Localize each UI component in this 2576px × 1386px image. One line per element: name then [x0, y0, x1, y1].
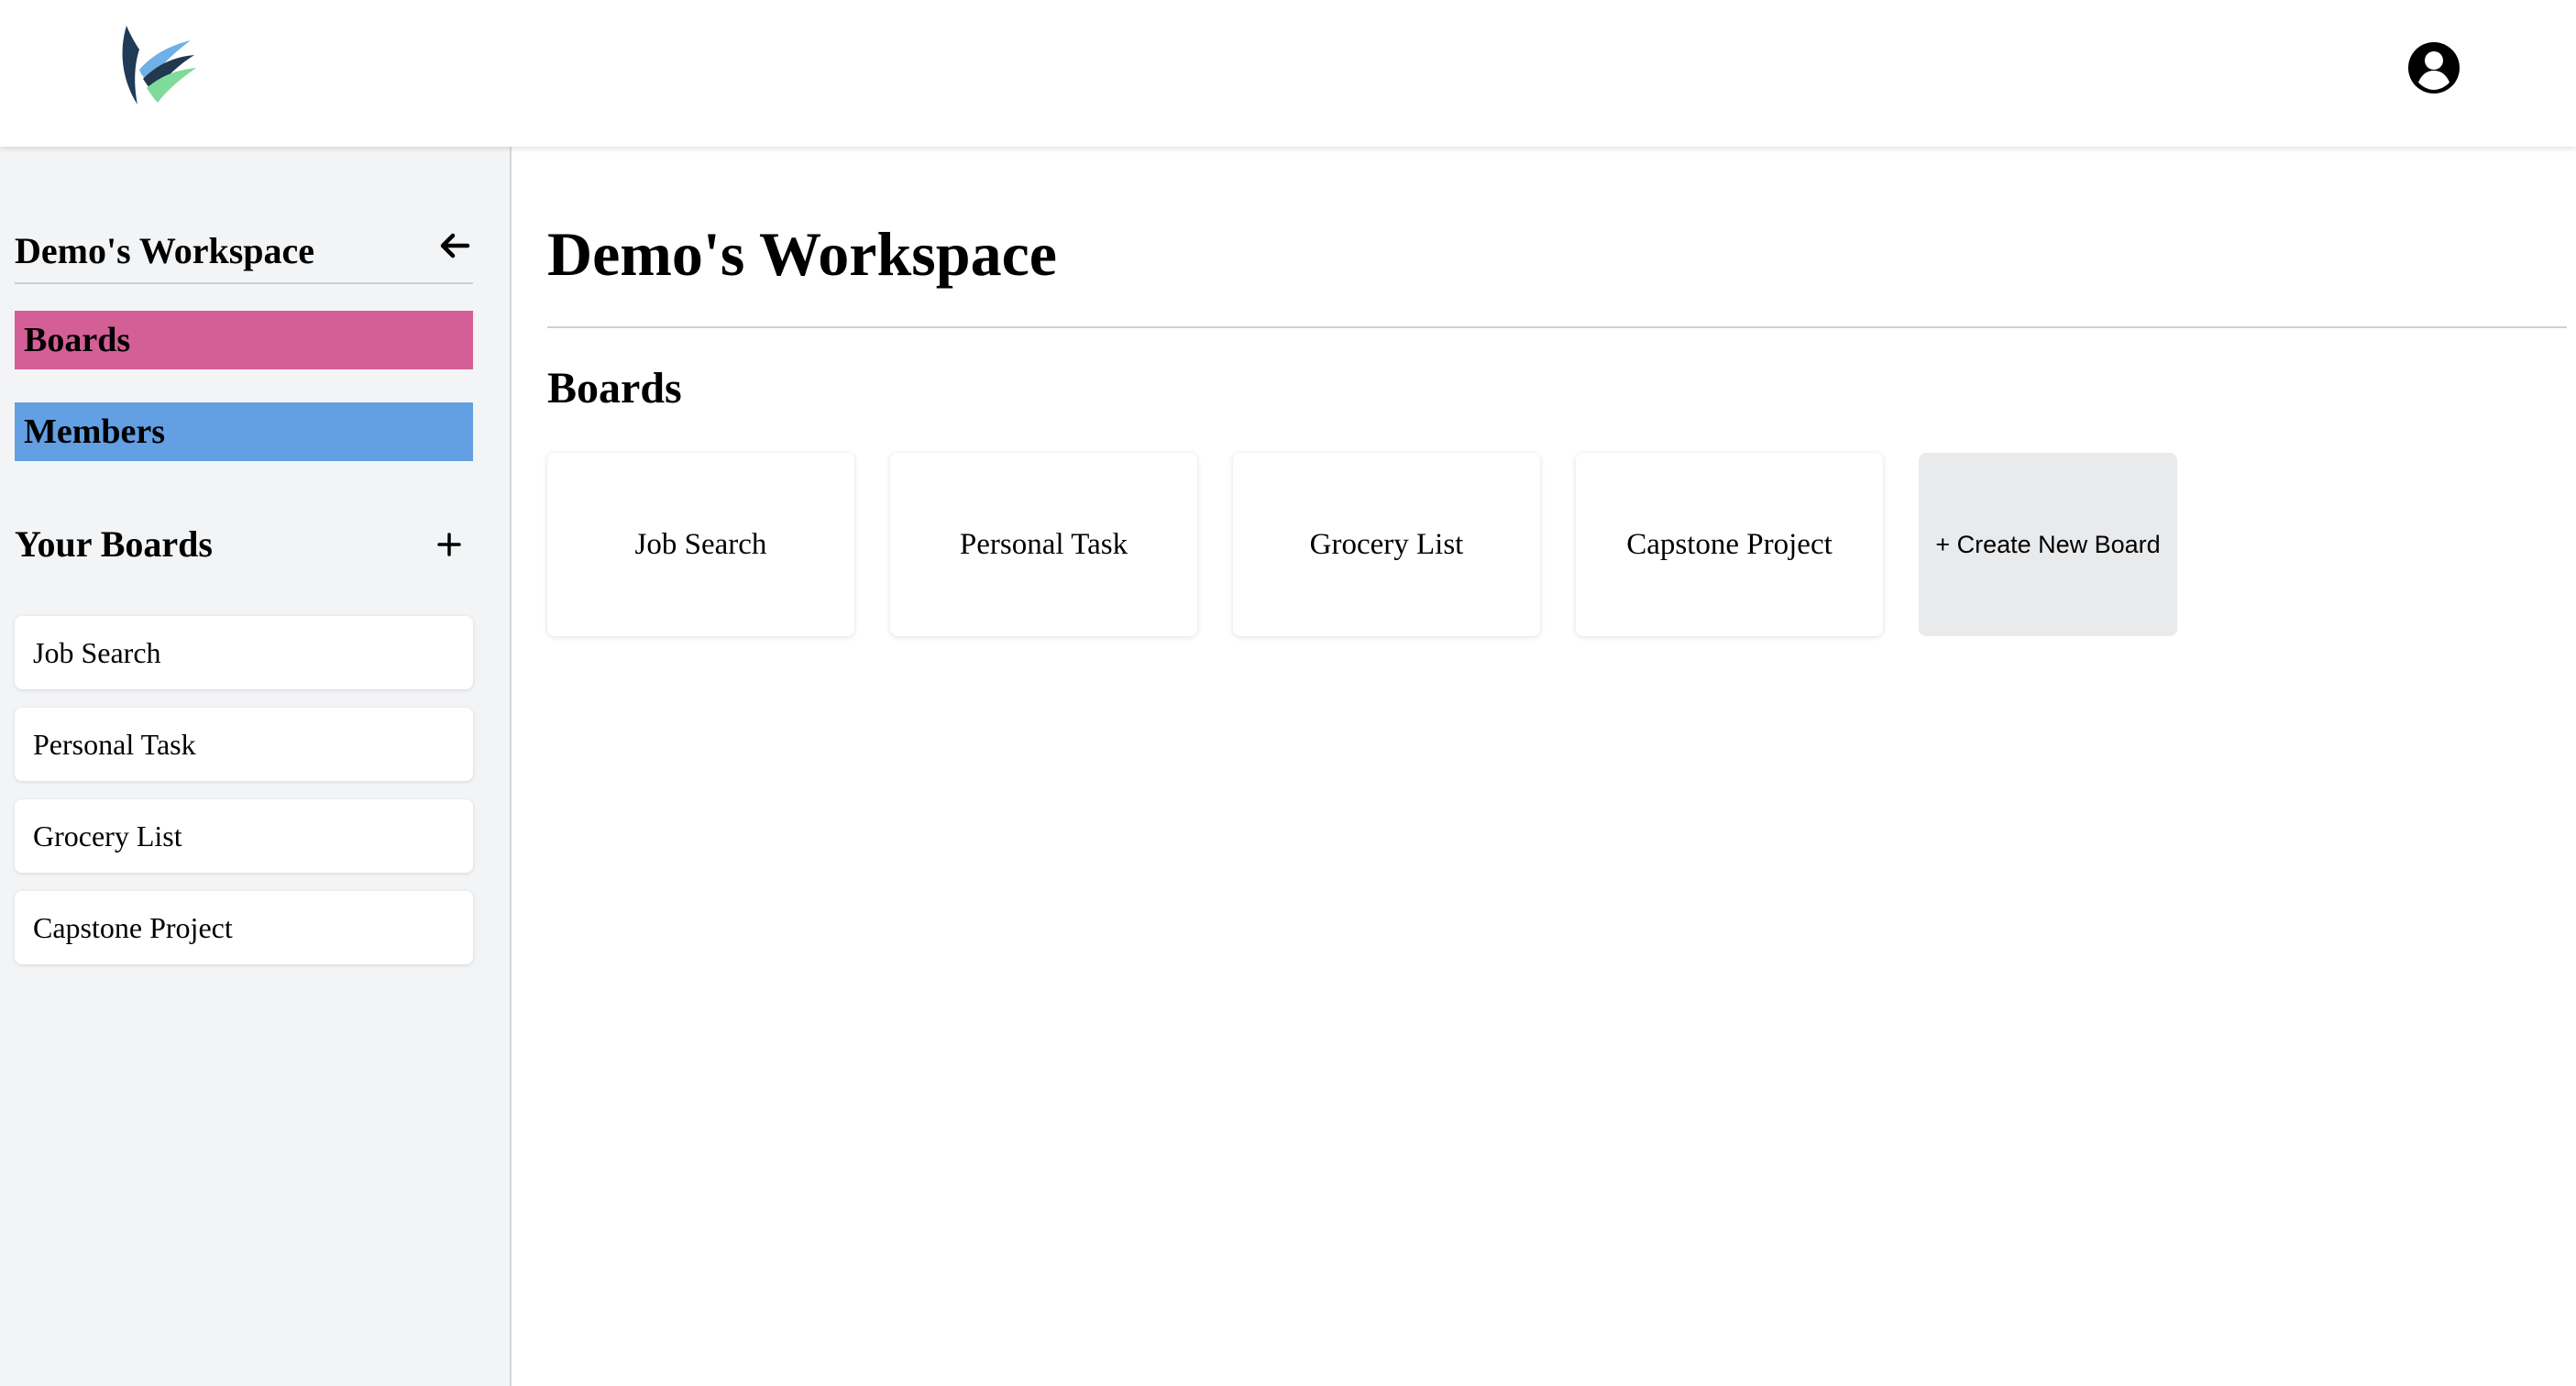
brand-logo-icon[interactable] [116, 22, 198, 110]
sidebar-board-item[interactable]: Grocery List [15, 799, 473, 873]
page-title: Demo's Workspace [547, 219, 1057, 289]
sidebar-workspace-title: Demo's Workspace [15, 230, 315, 271]
sidebar-board-item[interactable]: Capstone Project [15, 891, 473, 964]
create-new-board-button[interactable]: + Create New Board [1919, 453, 2177, 636]
divider [547, 326, 2567, 328]
sidebar-board-item[interactable]: Job Search [15, 616, 473, 689]
sidebar-workspace-header: Demo's Workspace [15, 211, 473, 284]
arrow-left-icon[interactable] [436, 227, 473, 264]
board-card[interactable]: Personal Task [890, 453, 1197, 636]
sidebar-board-item[interactable]: Personal Task [15, 708, 473, 781]
board-card[interactable]: Grocery List [1233, 453, 1540, 636]
board-card[interactable]: Capstone Project [1576, 453, 1883, 636]
user-circle-icon[interactable] [2406, 40, 2461, 95]
sidebar: Demo's Workspace Boards Members Your Boa… [0, 147, 512, 1386]
board-card[interactable]: Job Search [547, 453, 854, 636]
your-boards-heading: Your Boards [15, 523, 213, 565]
top-bar [0, 0, 2576, 147]
sidebar-item-boards[interactable]: Boards [15, 311, 473, 369]
sidebar-item-members[interactable]: Members [15, 402, 473, 461]
boards-heading: Boards [547, 364, 682, 412]
plus-icon[interactable] [431, 526, 468, 563]
